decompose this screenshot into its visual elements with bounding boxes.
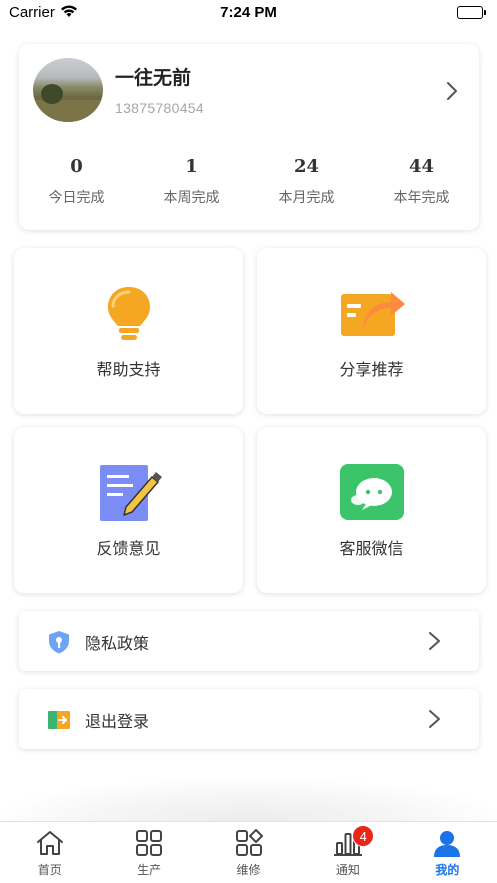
help-support-tile[interactable]: 帮助支持 bbox=[14, 248, 243, 414]
user-name: 一往无前 bbox=[115, 67, 192, 89]
chevron-right-icon bbox=[429, 710, 440, 728]
stat-value: 1 bbox=[185, 156, 198, 177]
tab-bar: 首页 生产 维修 4 通知 我的 bbox=[0, 821, 497, 883]
tile-label: 帮助支持 bbox=[96, 360, 161, 379]
tab-repair[interactable]: 维修 bbox=[199, 822, 298, 883]
stat-label: 本周完成 bbox=[163, 190, 220, 206]
wechat-icon bbox=[339, 464, 404, 520]
user-phone: 13875780454 bbox=[115, 100, 204, 116]
completion-stats: 0 今日完成 1 本周完成 24 本月完成 44 本年完成 bbox=[19, 156, 479, 216]
tab-production[interactable]: 生产 bbox=[99, 822, 198, 883]
privacy-policy-row[interactable]: 隐私政策 bbox=[19, 611, 479, 671]
feedback-tile[interactable]: 反馈意见 bbox=[14, 427, 243, 593]
user-icon bbox=[434, 831, 461, 857]
tile-label: 客服微信 bbox=[339, 539, 404, 558]
tab-home[interactable]: 首页 bbox=[0, 822, 99, 883]
battery-icon bbox=[457, 6, 486, 19]
share-recommend-tile[interactable]: 分享推荐 bbox=[257, 248, 486, 414]
tile-label: 分享推荐 bbox=[339, 360, 404, 379]
stat-value: 44 bbox=[408, 156, 435, 177]
status-bar: Carrier 7:24 PM bbox=[0, 0, 497, 26]
stat-value: 24 bbox=[293, 156, 320, 177]
stat-today: 0 今日完成 bbox=[19, 156, 134, 216]
chevron-right-icon[interactable] bbox=[445, 81, 459, 101]
tab-mine[interactable]: 我的 bbox=[398, 822, 497, 883]
clock: 7:24 PM bbox=[220, 4, 277, 21]
stat-week: 1 本周完成 bbox=[134, 156, 249, 216]
stat-label: 本年完成 bbox=[393, 190, 450, 206]
shield-lock-icon bbox=[49, 631, 69, 654]
chevron-right-icon bbox=[429, 632, 440, 650]
tile-label: 反馈意见 bbox=[96, 539, 161, 558]
tab-label: 我的 bbox=[435, 863, 460, 877]
exit-icon bbox=[48, 711, 70, 729]
row-label: 隐私政策 bbox=[85, 634, 150, 653]
tab-label: 维修 bbox=[236, 863, 261, 877]
notification-badge: 4 bbox=[352, 825, 375, 847]
tab-label: 通知 bbox=[335, 863, 360, 877]
lightbulb-icon bbox=[107, 287, 150, 340]
grid-icon bbox=[136, 830, 163, 856]
share-arrow-icon bbox=[340, 292, 405, 336]
tab-notifications[interactable]: 4 通知 bbox=[298, 822, 397, 883]
note-pencil-icon bbox=[99, 465, 162, 521]
stat-label: 今日完成 bbox=[48, 190, 105, 206]
bottom-fade bbox=[0, 780, 497, 822]
grid-diamond-icon bbox=[235, 829, 263, 856]
stat-label: 本月完成 bbox=[278, 190, 335, 206]
row-label: 退出登录 bbox=[85, 712, 150, 731]
logout-row[interactable]: 退出登录 bbox=[19, 689, 479, 749]
avatar[interactable] bbox=[33, 58, 103, 122]
stat-year: 44 本年完成 bbox=[364, 156, 479, 216]
stat-month: 24 本月完成 bbox=[249, 156, 364, 216]
stat-value: 0 bbox=[70, 156, 83, 177]
tab-label: 首页 bbox=[37, 863, 62, 877]
tab-label: 生产 bbox=[137, 863, 162, 877]
wechat-service-tile[interactable]: 客服微信 bbox=[257, 427, 486, 593]
home-icon bbox=[36, 831, 63, 855]
profile-card[interactable]: 一往无前 13875780454 0 今日完成 1 本周完成 24 本月完成 4… bbox=[19, 44, 479, 230]
